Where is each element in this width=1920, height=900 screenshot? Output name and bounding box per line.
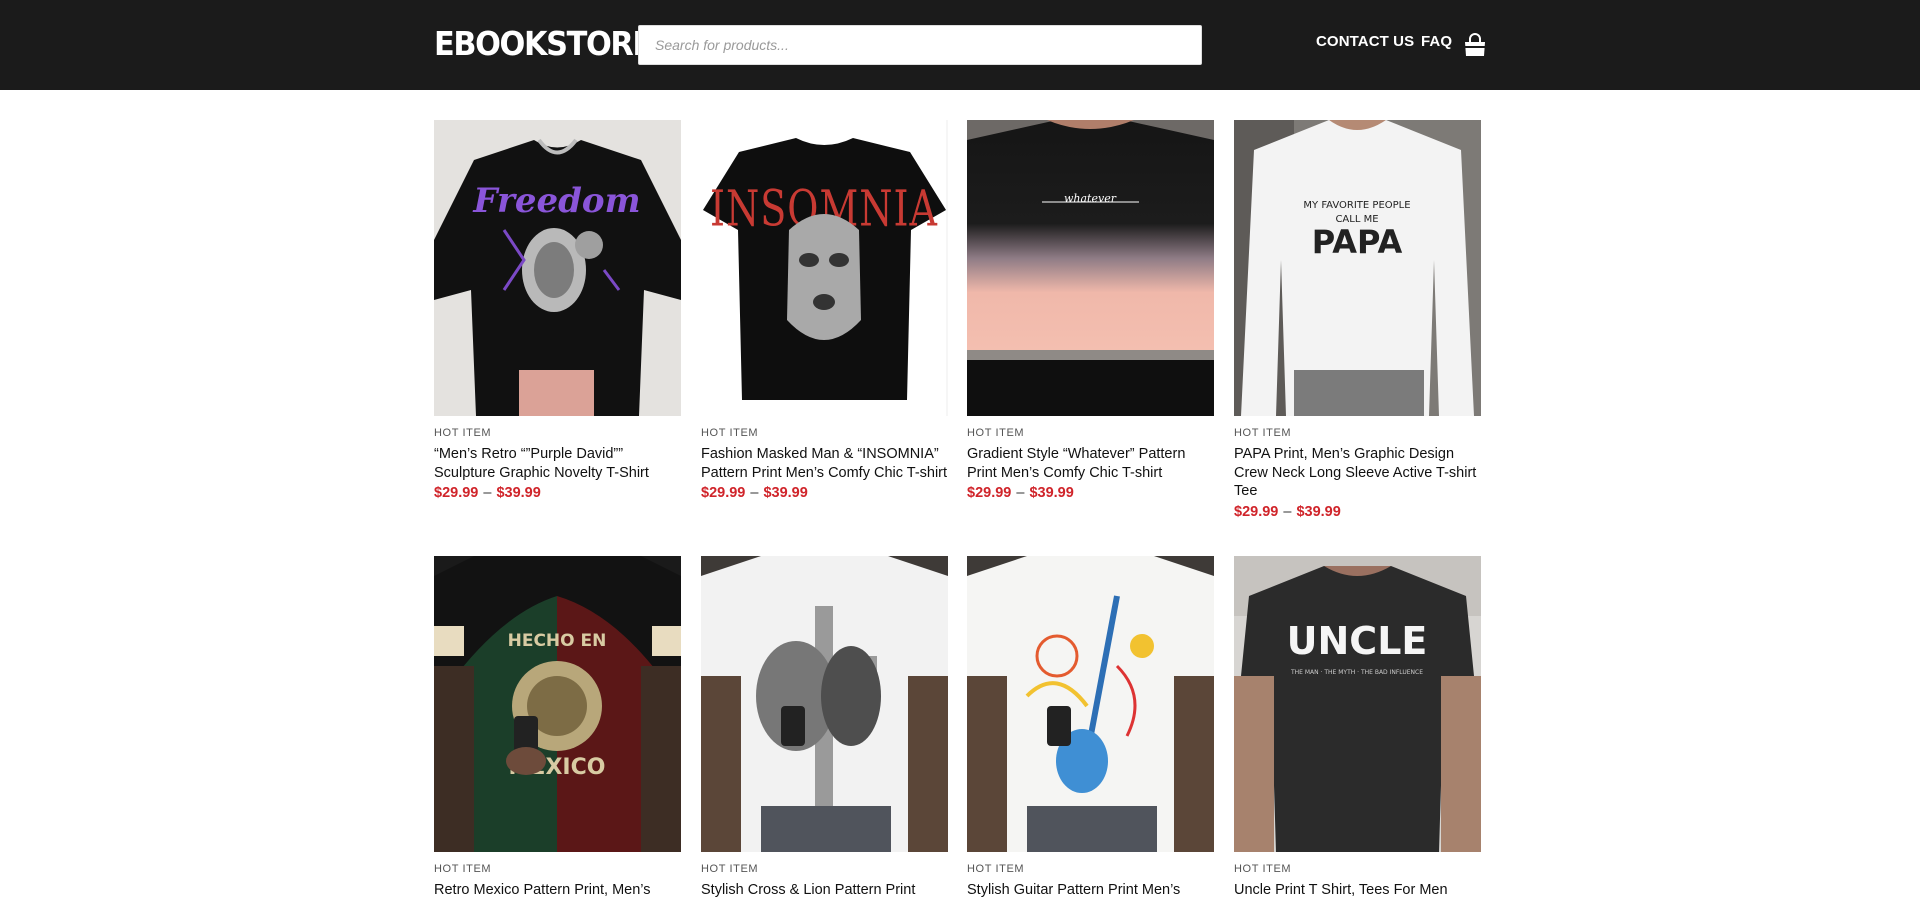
nav-contact-us[interactable]: CONTACT US [1316, 33, 1414, 50]
product-category: HOT ITEM [967, 427, 1025, 439]
product-image[interactable] [701, 556, 948, 852]
product-category: HOT ITEM [1234, 863, 1292, 875]
product-image[interactable]: Freedom [434, 120, 681, 416]
product-price: $29.99– $39.99 [1234, 504, 1481, 520]
product-title[interactable]: Uncle Print T Shirt, Tees For Men [1234, 881, 1481, 900]
product-title[interactable]: Retro Mexico Pattern Print, Men’s [434, 881, 681, 900]
price-min: $29.99 [434, 485, 479, 501]
price-dash: – [1283, 503, 1292, 520]
price-dash: – [483, 485, 492, 501]
product-image[interactable]: HECHO EN MEXICO [434, 556, 681, 852]
product-card[interactable]: Freedom HOT ITEM “Men’s Retro “”Purple D… [434, 120, 681, 501]
tshirt-papa-image: MY FAVORITE PEOPLE CALL ME PAPA [1234, 120, 1481, 416]
product-category: HOT ITEM [434, 863, 492, 875]
product-card[interactable]: HOT ITEM Stylish Guitar Pattern Print Me… [967, 556, 1214, 900]
print-text: whatever [1064, 192, 1117, 205]
product-category: HOT ITEM [967, 863, 1025, 875]
print-text: MY FAVORITE PEOPLE [1303, 200, 1410, 211]
price-min: $29.99 [967, 485, 1012, 501]
price-min: $29.99 [1234, 503, 1279, 520]
product-title[interactable]: Stylish Cross & Lion Pattern Print [701, 881, 948, 900]
price-dash: – [750, 485, 759, 501]
price-max: $39.99 [763, 485, 808, 501]
tshirt-uncle-image: UNCLE THE MAN · THE MYTH · THE BAD INFLU… [1234, 556, 1481, 852]
price-min: $29.99 [701, 485, 746, 501]
store-logo[interactable]: EBOOKSTORE [434, 24, 653, 63]
product-category: HOT ITEM [1234, 427, 1292, 439]
product-price: $29.99– $39.99 [967, 485, 1214, 501]
product-title[interactable]: PAPA Print, Men’s Graphic Design Crew Ne… [1234, 445, 1481, 501]
price-dash: – [1016, 485, 1025, 501]
product-card[interactable]: MY FAVORITE PEOPLE CALL ME PAPA HOT ITEM… [1234, 120, 1481, 520]
product-image[interactable]: UNCLE THE MAN · THE MYTH · THE BAD INFLU… [1234, 556, 1481, 852]
tshirt-mexico-image: HECHO EN MEXICO [434, 556, 681, 852]
product-card[interactable]: HECHO EN MEXICO HOT ITEM Retro Mexico Pa… [434, 556, 681, 900]
print-text: HECHO EN [508, 631, 607, 651]
product-image[interactable]: whatever [967, 120, 1214, 416]
product-card[interactable]: HOT ITEM Stylish Cross & Lion Pattern Pr… [701, 556, 948, 900]
tshirt-guitar-image [967, 556, 1214, 852]
product-card[interactable]: INSOMNIA HOT ITEM Fashion Masked Man & “… [701, 120, 948, 501]
product-card[interactable]: UNCLE THE MAN · THE MYTH · THE BAD INFLU… [1234, 556, 1481, 900]
product-card[interactable]: whatever HOT ITEM Gradient Style “Whatev… [967, 120, 1214, 501]
product-image[interactable]: INSOMNIA [701, 120, 948, 416]
shopping-bag-icon[interactable] [1464, 33, 1486, 57]
search-box[interactable] [638, 25, 1202, 65]
product-category: HOT ITEM [701, 863, 759, 875]
tshirt-freedom-image: Freedom [434, 120, 681, 416]
print-text: PAPA [1312, 223, 1403, 261]
product-price: $29.99– $39.99 [701, 485, 948, 501]
product-image[interactable] [967, 556, 1214, 852]
search-input[interactable] [639, 26, 1201, 64]
site-header: EBOOKSTORE CONTACT US FAQ [0, 0, 1920, 90]
print-text: Freedom [472, 181, 640, 221]
nav-faq[interactable]: FAQ [1421, 33, 1452, 50]
price-max: $39.99 [1029, 485, 1074, 501]
product-title[interactable]: Stylish Guitar Pattern Print Men’s [967, 881, 1214, 900]
tshirt-insomnia-image: INSOMNIA [701, 120, 948, 416]
product-image[interactable]: MY FAVORITE PEOPLE CALL ME PAPA [1234, 120, 1481, 416]
product-title[interactable]: Gradient Style “Whatever” Pattern Print … [967, 445, 1214, 482]
tshirt-cross-lion-image [701, 556, 948, 852]
product-category: HOT ITEM [701, 427, 759, 439]
product-price: $29.99– $39.99 [434, 485, 681, 501]
print-text: THE MAN · THE MYTH · THE BAD INFLUENCE [1290, 669, 1423, 676]
product-title[interactable]: “Men’s Retro “”Purple David”” Sculpture … [434, 445, 681, 482]
product-category: HOT ITEM [434, 427, 492, 439]
print-text: UNCLE [1287, 619, 1428, 663]
price-max: $39.99 [496, 485, 541, 501]
price-max: $39.99 [1296, 503, 1341, 520]
tshirt-whatever-image: whatever [967, 120, 1214, 416]
product-title[interactable]: Fashion Masked Man & “INSOMNIA” Pattern … [701, 445, 948, 482]
